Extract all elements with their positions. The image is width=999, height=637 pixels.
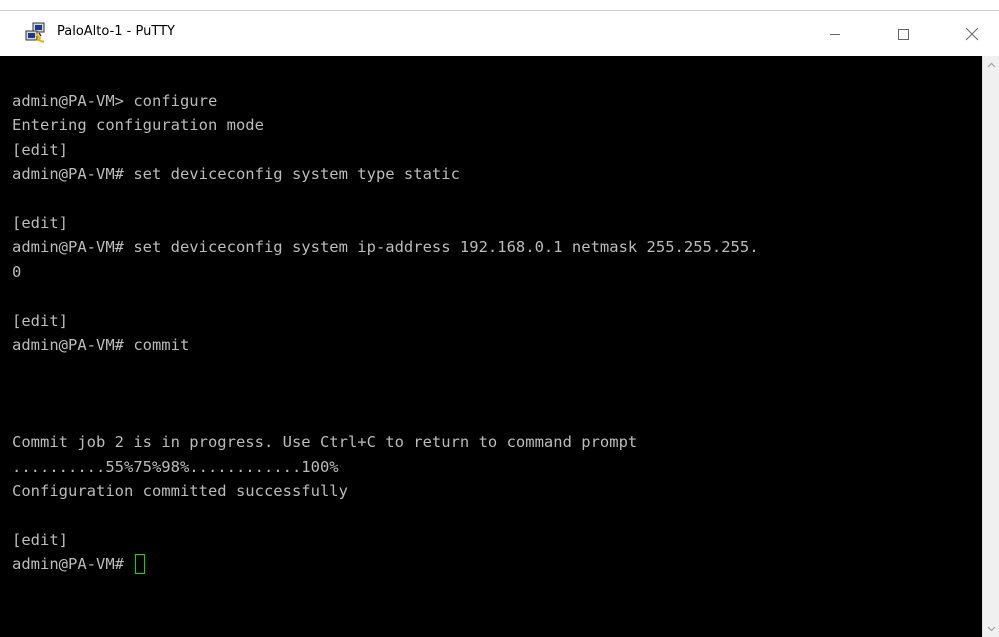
terminal-line: admin@PA-VM# set deviceconfig system ip-… [12,238,759,257]
text-cursor [135,554,146,575]
terminal-line: [edit] [12,213,68,232]
terminal-screen[interactable]: admin@PA-VM> configure Entering configur… [0,56,982,637]
minimize-icon [830,33,840,35]
terminal-line: Commit job 2 is in progress. Use Ctrl+C … [12,433,638,452]
terminal-line: admin@PA-VM# set deviceconfig system typ… [12,165,460,184]
close-button[interactable] [949,11,995,56]
terminal-line: 0 [12,262,22,281]
chevron-down-icon [987,626,996,631]
maximize-icon [898,28,909,40]
close-icon [965,27,979,40]
title-bar[interactable]: PaloAlto-1 - PuTTY [0,10,999,56]
terminal-prompt: admin@PA-VM# [12,555,134,574]
terminal-line: admin@PA-VM# commit [12,335,190,354]
terminal-line: Configuration committed successfully [12,482,348,501]
scroll-down-button[interactable] [983,620,999,637]
maximize-button[interactable] [880,11,926,56]
scroll-up-button[interactable] [983,56,999,73]
terminal-output: admin@PA-VM> configure Entering configur… [12,89,759,577]
terminal-line: admin@PA-VM> configure [12,92,218,110]
terminal-line: Entering configuration mode [12,116,264,135]
vertical-scrollbar[interactable] [982,56,999,637]
putty-window: PaloAlto-1 - PuTTY admin@PA-VM> configur… [0,0,999,637]
chevron-up-icon [987,62,996,67]
putty-icon[interactable] [24,22,46,44]
window-title: PaloAlto-1 - PuTTY [57,24,175,39]
terminal-line: [edit] [12,531,68,550]
terminal-line: ..........55%75%98%............100% [12,457,339,476]
terminal-prompt-line[interactable]: admin@PA-VM# [12,552,759,576]
minimize-button[interactable] [812,11,858,56]
terminal-line: [edit] [12,311,68,330]
terminal-line: [edit] [12,140,68,159]
